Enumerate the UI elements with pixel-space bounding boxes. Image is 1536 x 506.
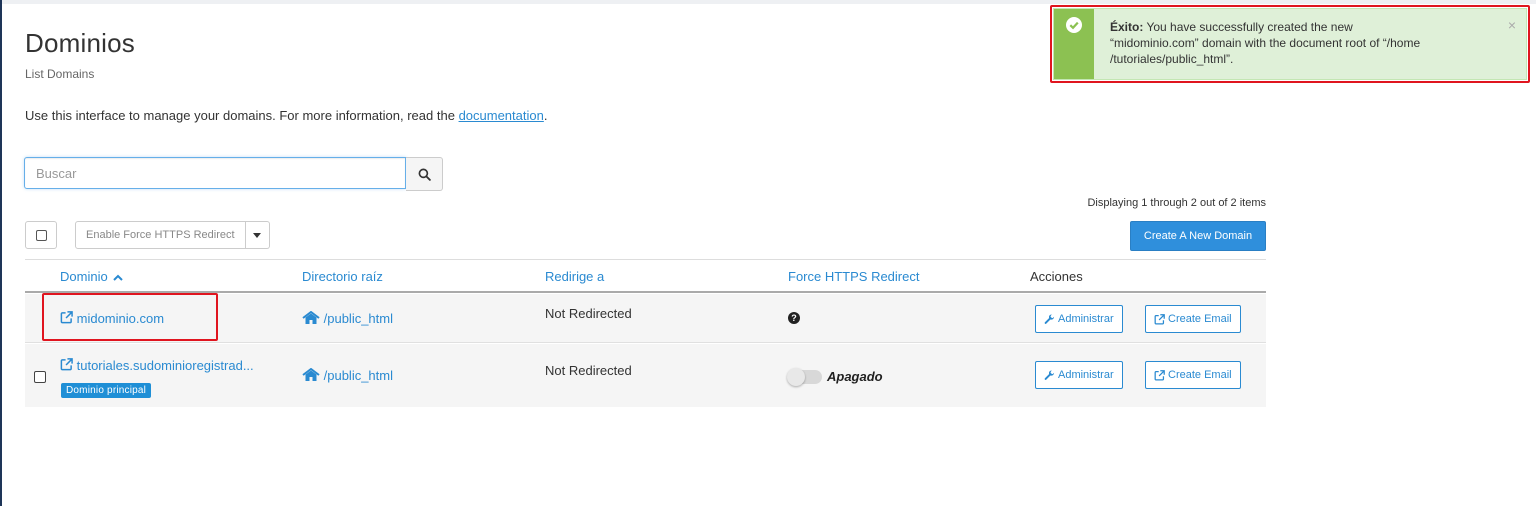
search-bar [24, 157, 443, 191]
alert-message-line1: You have successfully created the new [1146, 20, 1353, 34]
manage-label: Administrar [1058, 369, 1114, 381]
bulk-action-group: Enable Force HTTPS Redirect [75, 221, 270, 249]
create-email-button[interactable]: Create Email [1145, 361, 1241, 389]
docroot-link[interactable]: /public_html [302, 310, 393, 326]
search-input[interactable] [24, 157, 406, 189]
external-link-icon [60, 358, 73, 371]
https-redirect-toggle[interactable] [787, 368, 822, 386]
manage-label: Administrar [1058, 313, 1114, 325]
external-link-icon [1154, 313, 1165, 324]
caret-down-icon [253, 232, 262, 238]
manage-button[interactable]: Administrar [1035, 305, 1123, 333]
close-icon[interactable]: × [1508, 17, 1516, 33]
manage-button[interactable]: Administrar [1035, 361, 1123, 389]
table-row: tutoriales.sudominioregistrad... Dominio… [25, 344, 1266, 407]
docroot-path: /public_html [323, 311, 393, 326]
docroot-link[interactable]: /public_html [302, 367, 393, 383]
column-header-docroot[interactable]: Directorio raíz [302, 269, 383, 284]
column-header-redirect[interactable]: Redirige a [545, 269, 604, 284]
column-header-actions: Acciones [1030, 269, 1083, 284]
documentation-link[interactable]: documentation [459, 108, 544, 123]
question-circle-icon[interactable]: ? [788, 312, 800, 324]
success-alert: Éxito: You have successfully created the… [1050, 5, 1530, 83]
create-email-label: Create Email [1168, 313, 1232, 325]
toggle-knob [787, 368, 805, 386]
page-subtitle: List Domains [25, 67, 95, 81]
check-circle-icon [1066, 17, 1082, 33]
search-icon [418, 168, 431, 181]
alert-icon-strip [1054, 9, 1094, 79]
external-link-icon [1154, 369, 1165, 380]
row-checkbox[interactable] [34, 371, 46, 383]
checkbox-box [35, 229, 47, 241]
description-end: . [543, 108, 548, 123]
alert-message-line3: /tutoriales/public_html”. [1110, 52, 1234, 66]
chevron-up-icon [113, 274, 124, 281]
docroot-path: /public_html [323, 368, 393, 383]
https-toggle-label: Apagado [827, 369, 883, 384]
select-all-checkbox[interactable] [25, 221, 57, 249]
alert-message: Éxito: You have successfully created the… [1110, 19, 1500, 67]
create-email-label: Create Email [1168, 369, 1232, 381]
redirect-status: Not Redirected [545, 306, 632, 321]
domain-link[interactable]: tutoriales.sudominioregistrad... [60, 358, 254, 373]
alert-message-line2: “midominio.com” domain with the document… [1110, 36, 1421, 50]
column-header-domain[interactable]: Dominio [60, 269, 124, 284]
create-email-button[interactable]: Create Email [1145, 305, 1241, 333]
page-title: Dominios [25, 28, 135, 58]
pagination-summary: Displaying 1 through 2 out of 2 items [1087, 197, 1266, 209]
enable-https-redirect-button[interactable]: Enable Force HTTPS Redirect [75, 221, 246, 249]
domain-name: tutoriales.sudominioregistrad... [76, 358, 254, 373]
domain-highlight-box [42, 293, 218, 341]
primary-domain-badge: Dominio principal [61, 383, 152, 398]
wrench-icon [1044, 369, 1055, 380]
top-divider [2, 0, 1536, 4]
success-alert-body: Éxito: You have successfully created the… [1053, 8, 1527, 80]
create-new-domain-button[interactable]: Create A New Domain [1130, 221, 1266, 251]
left-rail [0, 0, 2, 506]
home-icon [302, 367, 320, 381]
column-header-domain-label: Dominio [60, 269, 108, 284]
redirect-status: Not Redirected [545, 363, 632, 378]
table-header: Dominio Directorio raíz Redirige a Force… [25, 259, 1266, 293]
wrench-icon [1044, 313, 1055, 324]
alert-label: Éxito: [1110, 20, 1144, 34]
page-description: Use this interface to manage your domain… [25, 108, 547, 123]
home-icon [302, 310, 320, 324]
column-header-https[interactable]: Force HTTPS Redirect [788, 269, 919, 284]
description-text: Use this interface to manage your domain… [25, 108, 455, 123]
search-button[interactable] [406, 157, 443, 191]
bulk-action-dropdown-toggle[interactable] [245, 221, 270, 249]
